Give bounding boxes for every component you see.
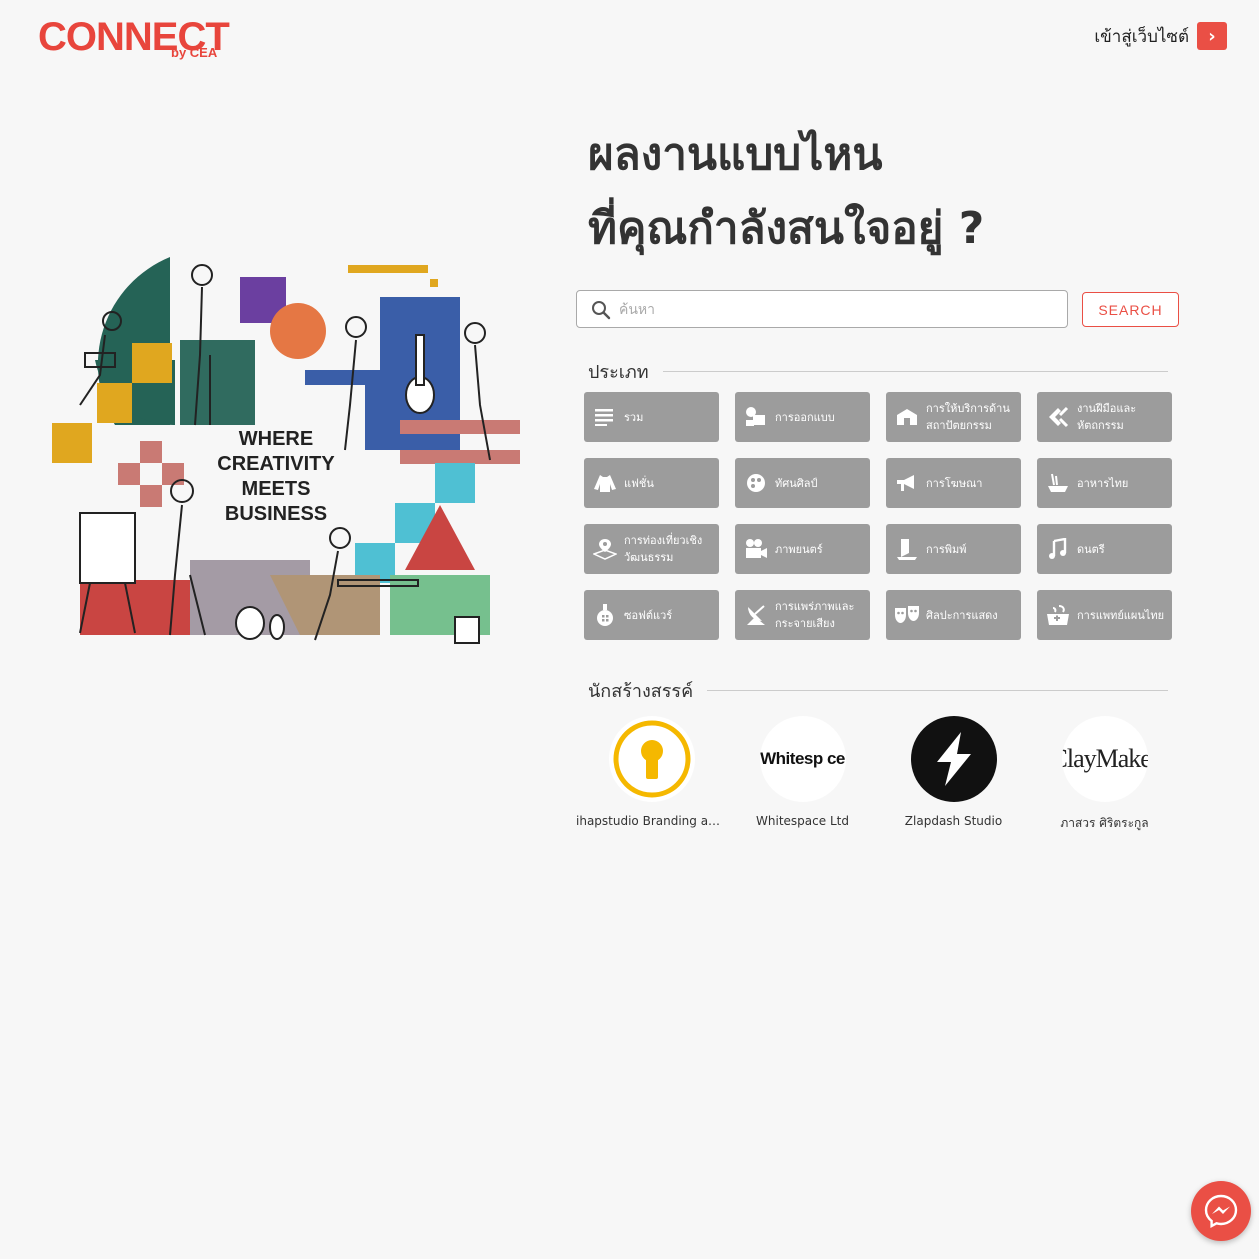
category-label: การให้บริการด้านสถาปัตยกรรม bbox=[926, 402, 1010, 432]
music-note-icon bbox=[1045, 536, 1071, 562]
tagline-line-3: MEETS bbox=[242, 478, 311, 500]
category-cultural-tourism[interactable]: การท่องเที่ยวเชิงวัฒนธรรม bbox=[584, 524, 719, 574]
fashion-icon bbox=[592, 470, 618, 496]
category-architecture[interactable]: การให้บริการด้านสถาปัตยกรรม bbox=[886, 392, 1021, 442]
chevron-right-icon[interactable]: › bbox=[1197, 22, 1227, 50]
category-label: ศิลปะการแสดง bbox=[926, 608, 998, 622]
logo-subtext: by CEA bbox=[171, 45, 218, 60]
category-label: รวม bbox=[624, 410, 644, 424]
creator-name: ihapstudio Branding and Design Studio bbox=[576, 814, 727, 828]
creator-card[interactable]: ihapstudio Branding and Design Studio bbox=[576, 716, 727, 833]
creator-card[interactable]: Whitesp ce Whitespace Ltd bbox=[727, 716, 878, 833]
divider bbox=[707, 690, 1168, 691]
claymaker-logo-text: ClayMaker bbox=[1062, 744, 1148, 773]
category-label: ซอฟต์แวร์ bbox=[624, 608, 673, 622]
visual-art-icon bbox=[743, 470, 769, 496]
creator-name: Whitespace Ltd bbox=[756, 814, 849, 828]
creator-list: ihapstudio Branding and Design Studio Wh… bbox=[576, 716, 1180, 833]
category-label: ภาพยนตร์ bbox=[775, 542, 823, 556]
design-icon bbox=[743, 404, 769, 430]
category-printing[interactable]: การพิมพ์ bbox=[886, 524, 1021, 574]
category-section-title: ประเภท bbox=[588, 357, 1168, 386]
category-label: อาหารไทย bbox=[1077, 476, 1129, 490]
claymaker-logo[interactable]: ClayMaker bbox=[1061, 716, 1148, 802]
category-label: งานฝีมือและหัตถกรรม bbox=[1077, 402, 1137, 432]
creator-card[interactable]: ClayMaker ภาสวร ศิริตระกูล bbox=[1029, 716, 1180, 833]
category-all[interactable]: รวม bbox=[584, 392, 719, 442]
software-icon bbox=[592, 602, 618, 628]
lightning-logo[interactable] bbox=[910, 716, 997, 802]
brand-logo[interactable]: CONNECT by CEA bbox=[38, 14, 230, 64]
category-label: การพิมพ์ bbox=[926, 542, 967, 556]
creator-name: ภาสวร ศิริตระกูล bbox=[1060, 816, 1149, 830]
category-label: การแพร่ภาพและกระจายเสียง bbox=[775, 600, 855, 630]
whitespace-logo-text: Whitesp ce bbox=[760, 749, 845, 768]
messenger-icon bbox=[1204, 1194, 1238, 1228]
film-camera-icon bbox=[743, 536, 769, 562]
creator-card[interactable]: Zlapdash Studio bbox=[878, 716, 1029, 833]
visit-website-link[interactable]: เข้าสู่เว็บไซต์ › bbox=[1094, 22, 1227, 50]
divider bbox=[662, 371, 1168, 372]
category-label: แฟชั่น bbox=[624, 476, 654, 490]
whitespace-logo[interactable]: Whitesp ce bbox=[759, 716, 846, 802]
category-software[interactable]: ซอฟต์แวร์ bbox=[584, 590, 719, 640]
list-icon bbox=[592, 404, 618, 430]
creators-section-title: นักสร้างสรรค์ bbox=[588, 676, 1168, 705]
category-grid: รวม การออกแบบ การให้บริการด้านสถาปัตยกรร… bbox=[584, 392, 1174, 640]
messenger-button[interactable] bbox=[1191, 1181, 1251, 1241]
tagline-line-1: WHERE bbox=[239, 428, 313, 450]
heading-line-1: ผลงานแบบไหน bbox=[588, 129, 883, 180]
category-broadcast[interactable]: การแพร่ภาพและกระจายเสียง bbox=[735, 590, 870, 640]
category-visual-art[interactable]: ทัศนศิลป์ bbox=[735, 458, 870, 508]
category-advertising[interactable]: การโฆษณา bbox=[886, 458, 1021, 508]
category-label: การออกแบบ bbox=[775, 410, 835, 424]
broadcast-icon bbox=[743, 602, 769, 628]
category-label: ทัศนศิลป์ bbox=[775, 476, 818, 490]
category-music[interactable]: ดนตรี bbox=[1037, 524, 1172, 574]
search-input[interactable] bbox=[617, 293, 1061, 327]
map-pin-icon bbox=[592, 536, 618, 562]
category-title: ประเภท bbox=[588, 362, 649, 383]
tagline-line-2: CREATIVITY bbox=[217, 453, 335, 475]
creators-title: นักสร้างสรรค์ bbox=[588, 681, 694, 702]
megaphone-icon bbox=[894, 470, 920, 496]
category-thai-medicine[interactable]: การแพทย์แผนไทย bbox=[1037, 590, 1172, 640]
craft-icon bbox=[1045, 404, 1071, 430]
category-craft[interactable]: งานฝีมือและหัตถกรรม bbox=[1037, 392, 1172, 442]
category-label: ดนตรี bbox=[1077, 542, 1105, 556]
keyhole-logo[interactable] bbox=[608, 716, 695, 802]
category-film[interactable]: ภาพยนตร์ bbox=[735, 524, 870, 574]
printing-icon bbox=[894, 536, 920, 562]
visit-website-label: เข้าสู่เว็บไซต์ bbox=[1094, 26, 1189, 47]
theater-masks-icon bbox=[894, 602, 920, 628]
creator-name: Zlapdash Studio bbox=[904, 814, 1003, 828]
category-performing-arts[interactable]: ศิลปะการแสดง bbox=[886, 590, 1021, 640]
category-fashion[interactable]: แฟชั่น bbox=[584, 458, 719, 508]
category-thai-food[interactable]: อาหารไทย bbox=[1037, 458, 1172, 508]
thai-food-icon bbox=[1045, 470, 1071, 496]
thai-medicine-icon bbox=[1045, 602, 1071, 628]
category-label: การท่องเที่ยวเชิงวัฒนธรรม bbox=[624, 534, 703, 564]
category-design[interactable]: การออกแบบ bbox=[735, 392, 870, 442]
search-button[interactable]: SEARCH bbox=[1082, 292, 1179, 327]
category-label: การโฆษณา bbox=[926, 476, 983, 490]
search-bar bbox=[576, 290, 1068, 328]
page-heading: ผลงานแบบไหน ที่คุณกำลังสนใจอยู่ ? bbox=[588, 118, 1228, 266]
category-label: การแพทย์แผนไทย bbox=[1077, 608, 1165, 622]
architecture-icon bbox=[894, 404, 920, 430]
search-icon bbox=[592, 301, 611, 320]
heading-line-2: ที่คุณกำลังสนใจอยู่ ? bbox=[588, 203, 985, 254]
hero-illustration: WHERE CREATIVITY MEETS BUSINESS bbox=[50, 255, 525, 655]
tagline-line-4: BUSINESS bbox=[225, 503, 327, 525]
